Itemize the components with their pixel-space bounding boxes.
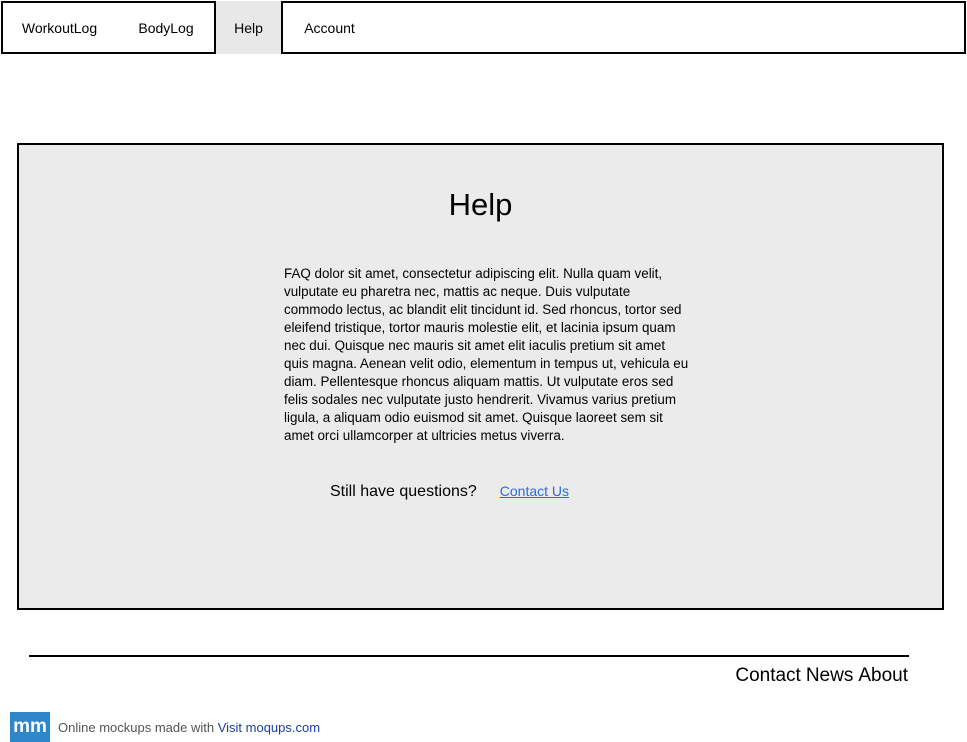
footer-link-news[interactable]: News (806, 665, 854, 687)
contact-us-link[interactable]: Contact Us (500, 483, 569, 499)
page-title: Help (448, 187, 513, 222)
footer-link-contact[interactable]: Contact (735, 665, 800, 687)
help-panel: Help FAQ dolor sit amet, consectetur adi… (17, 143, 944, 610)
nav-item-bodylog[interactable]: BodyLog (116, 1, 216, 54)
faq-text: FAQ dolor sit amet, consectetur adipisci… (284, 266, 689, 443)
footer-link-about[interactable]: About (858, 665, 908, 687)
questions-label: Still have questions? (330, 483, 477, 500)
promo-text: Online mockups made with Visit moqups.co… (58, 720, 320, 735)
moqups-logo-icon: mm (10, 712, 50, 742)
questions-row: Still have questions? Contact Us (330, 483, 569, 501)
promo-label: Online mockups made with (58, 720, 215, 735)
nav-item-workoutlog[interactable]: WorkoutLog (3, 1, 116, 54)
top-navbar: WorkoutLog BodyLog Help Account (1, 1, 966, 54)
promo-link[interactable]: Visit moqups.com (218, 720, 320, 735)
nav-item-help[interactable]: Help (214, 1, 283, 54)
nav-item-account[interactable]: Account (283, 1, 376, 54)
footer-divider (29, 655, 909, 657)
footer-links: Contact News About (735, 665, 908, 687)
promo-banner: mm Online mockups made with Visit moqups… (10, 712, 320, 742)
